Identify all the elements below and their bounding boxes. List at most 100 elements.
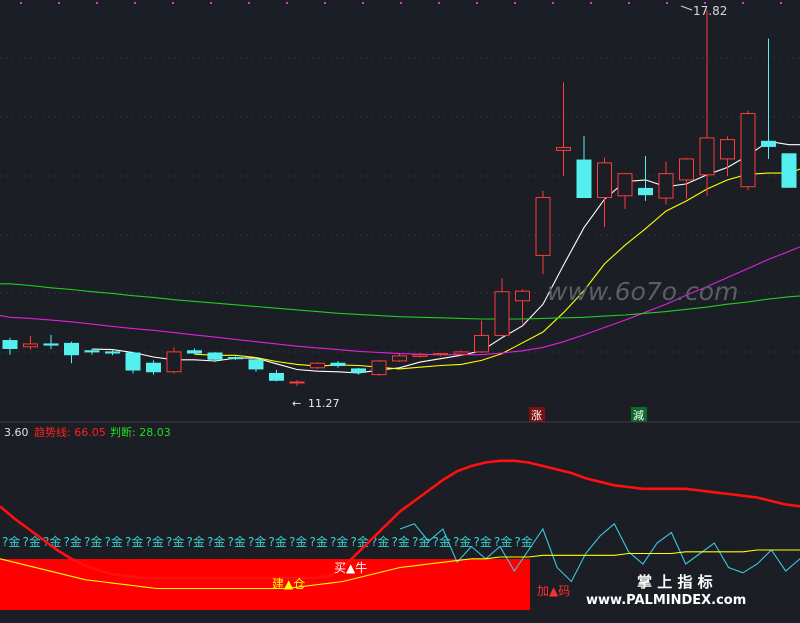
signal-glyph: ?金 xyxy=(515,534,533,549)
candle-body xyxy=(64,342,79,356)
candle xyxy=(453,350,469,356)
candlesticks xyxy=(2,10,797,386)
candle-body xyxy=(515,290,530,302)
candle-body xyxy=(2,340,18,349)
candle-body xyxy=(84,350,100,353)
candle-body xyxy=(269,372,284,381)
candle xyxy=(187,348,202,355)
top-tick-mark xyxy=(780,2,782,4)
candle xyxy=(289,380,305,386)
add-label: 加▲码 xyxy=(537,584,570,598)
candle xyxy=(23,336,38,350)
signal-glyph: ?金 xyxy=(269,534,287,549)
top-tick-mark xyxy=(20,2,22,4)
candle xyxy=(269,370,284,382)
signal-glyph-row: ?金 ?金 ?金 ?金 ?金 ?金 ?金 ?金 ?金 ?金 ?金 ?金 ?金 ?金 ?金 ?金 ?金 ?金 ?金 ?金… xyxy=(2,534,533,549)
candle xyxy=(433,353,448,357)
signal-glyph: ?金 xyxy=(310,534,328,549)
top-tick-mark xyxy=(134,2,136,4)
candle xyxy=(166,347,182,374)
candle-body xyxy=(248,359,264,370)
candle xyxy=(392,353,407,363)
candle-body xyxy=(125,352,141,371)
ma-line-ma10 xyxy=(194,168,800,370)
low-price-arrow: ← xyxy=(292,397,301,410)
candle xyxy=(597,157,612,228)
top-tick-mark xyxy=(362,2,364,4)
candle-body xyxy=(740,113,756,188)
candle-body xyxy=(43,343,59,346)
signal-glyph: ?金 xyxy=(494,534,512,549)
candle-body xyxy=(371,360,387,376)
signal-glyph: ?金 xyxy=(105,534,123,549)
candle-body xyxy=(289,381,305,384)
candle xyxy=(761,38,776,159)
candle xyxy=(310,362,325,369)
build-label: 建▲仓 xyxy=(272,577,305,591)
signal-glyph: ?金 xyxy=(330,534,348,549)
top-tick-mark xyxy=(742,2,744,4)
candle xyxy=(84,349,100,355)
signal-glyph: ?金 xyxy=(207,534,225,549)
candle-body xyxy=(597,162,612,199)
candle xyxy=(617,173,633,209)
indicator-value: 3.60 xyxy=(4,426,29,439)
brand-label: 掌 上 指 标 xyxy=(637,573,713,591)
signal-glyph: ?金 xyxy=(351,534,369,549)
judge-line-label: 判断: 28.03 xyxy=(110,425,171,439)
candle-body xyxy=(556,147,571,151)
signal-glyph: ?金 xyxy=(228,534,246,549)
candle-body xyxy=(187,350,202,354)
candle xyxy=(330,360,346,368)
stock-chart: www.6o7o.com 17.82 11.27 ← 涨 減 3.60 趋势线:… xyxy=(0,2,800,610)
signal-glyph: ?金 xyxy=(125,534,143,549)
candle xyxy=(474,320,489,354)
high-price-arrow xyxy=(680,5,693,11)
candle-body xyxy=(392,355,407,362)
candle xyxy=(658,161,674,205)
brand-watermark: www.PALMINDEX.com xyxy=(586,593,746,608)
candle xyxy=(781,153,797,188)
candle-body xyxy=(105,351,120,354)
signal-glyph: ?金 xyxy=(166,534,184,549)
top-tick-mark xyxy=(628,2,630,4)
candle-body xyxy=(351,368,366,373)
candle-body xyxy=(761,140,776,147)
top-tick-mark xyxy=(400,2,402,4)
candle xyxy=(125,351,141,374)
signal-glyph: ?金 xyxy=(392,534,410,549)
top-tick-mark xyxy=(476,2,478,4)
reduce-marker: 減 xyxy=(633,408,644,422)
candle xyxy=(535,190,551,275)
candle-body xyxy=(330,362,346,367)
top-tick-mark xyxy=(172,2,174,4)
signal-glyph: ?金 xyxy=(187,534,205,549)
candle-body xyxy=(453,351,469,355)
high-price-label: 17.82 xyxy=(693,4,727,18)
candle-body xyxy=(576,159,592,199)
signal-glyph: ?金 xyxy=(289,534,307,549)
top-tick-mark xyxy=(210,2,212,4)
signal-glyph: ?金 xyxy=(412,534,430,549)
signal-glyph: ?金 xyxy=(146,534,164,549)
candle xyxy=(64,341,79,364)
candle xyxy=(576,136,592,199)
top-tick-mark xyxy=(324,2,326,4)
candle xyxy=(740,110,756,191)
candle-body xyxy=(494,291,510,336)
candle-body xyxy=(720,139,735,160)
candle-body xyxy=(474,334,489,353)
top-tick-mark xyxy=(286,2,288,4)
watermark: www.6o7o.com xyxy=(547,277,738,306)
candle-body xyxy=(781,153,797,188)
candle-body xyxy=(23,343,38,348)
candle xyxy=(699,10,715,196)
signal-glyph: ?金 xyxy=(453,534,471,549)
candle xyxy=(105,350,120,356)
signal-glyph: ?金 xyxy=(248,534,266,549)
top-tick-mark xyxy=(514,2,516,4)
candle-body xyxy=(146,362,161,373)
trend-line-label: 趋势线: 66.05 xyxy=(34,425,106,439)
candle xyxy=(248,358,264,372)
top-tick-mark xyxy=(58,2,60,4)
